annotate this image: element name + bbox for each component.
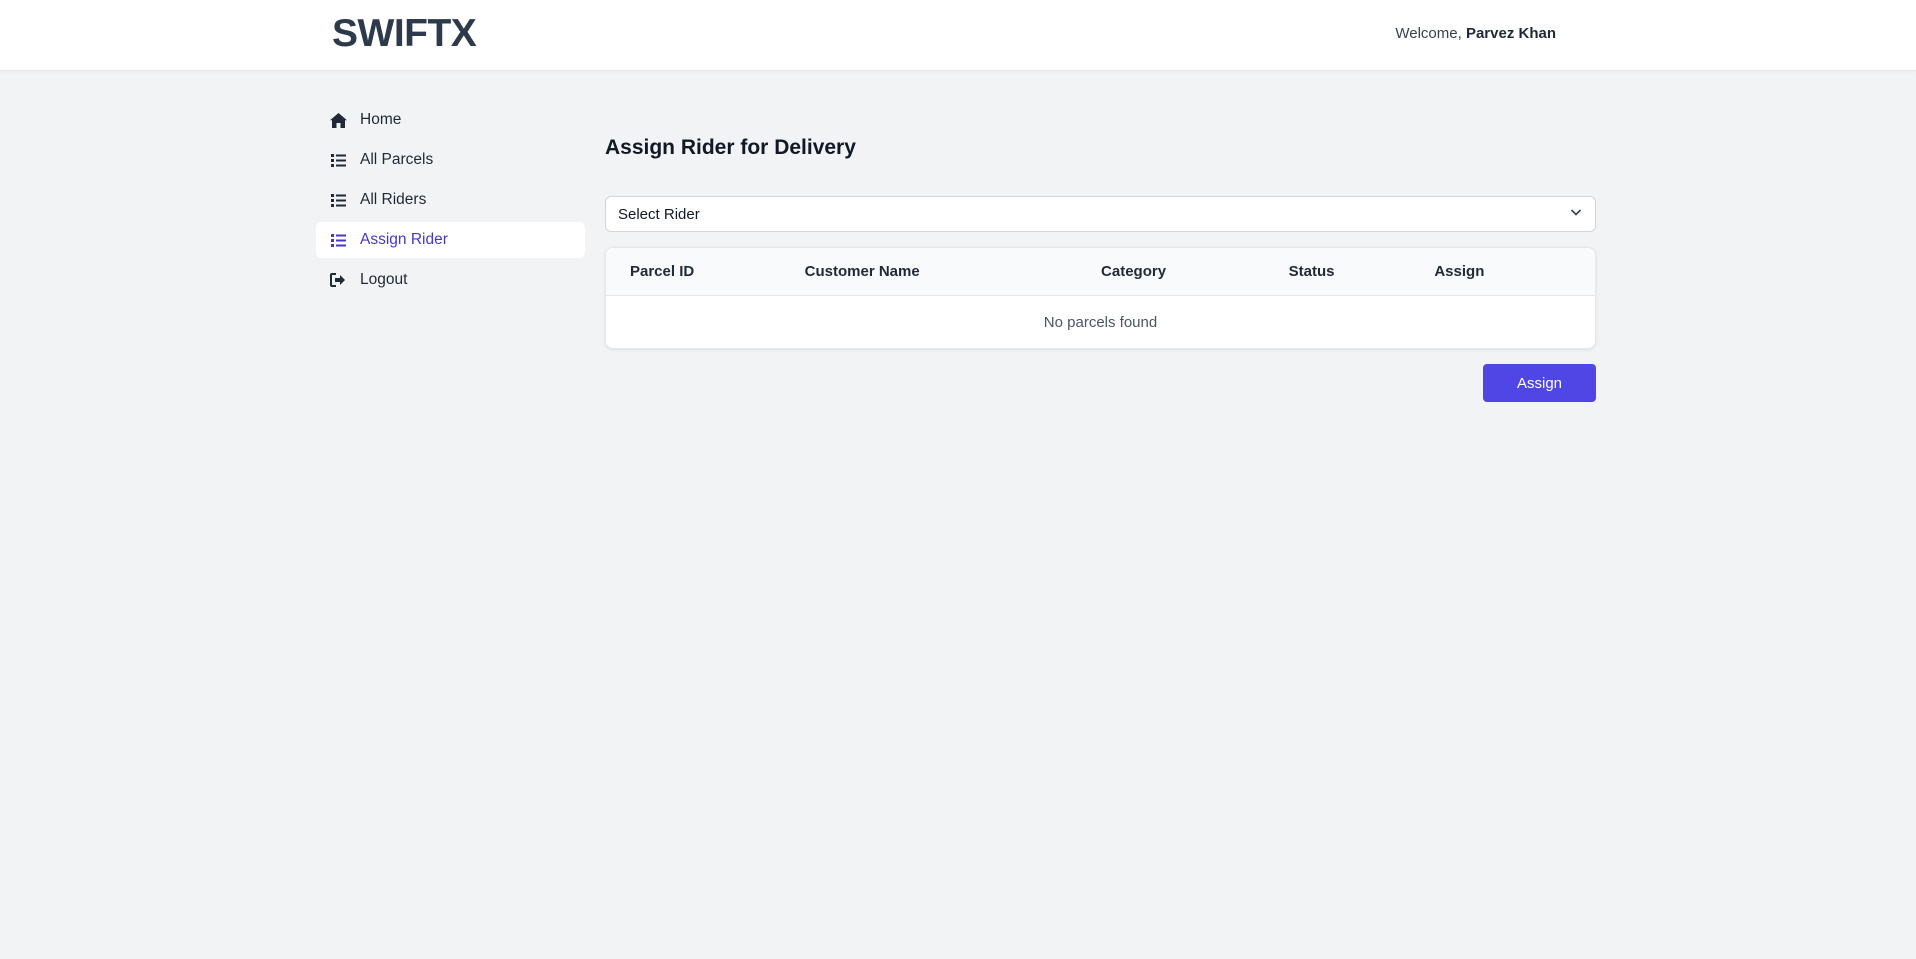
- welcome-message: Welcome, Parvez Khan: [1395, 25, 1556, 42]
- assign-button[interactable]: Assign: [1483, 364, 1596, 402]
- table-header: Parcel ID Customer Name Category Status …: [606, 248, 1595, 296]
- list-icon: [328, 230, 348, 250]
- column-header-customer-name: Customer Name: [804, 263, 920, 280]
- page-title: Assign Rider for Delivery: [605, 136, 856, 159]
- logout-icon: [328, 270, 348, 290]
- sidebar-item-assign-rider[interactable]: Assign Rider: [316, 222, 585, 258]
- welcome-prefix: Welcome,: [1395, 25, 1462, 42]
- home-icon: [328, 110, 348, 130]
- sidebar-nav: Home All Parcels All Riders Assign Rider…: [316, 102, 585, 302]
- rider-select-value: Select Rider: [618, 205, 700, 223]
- user-name: Parvez Khan: [1465, 25, 1556, 42]
- rider-select[interactable]: Select Rider: [605, 196, 1596, 232]
- sidebar-item-label: Home: [360, 111, 402, 128]
- sidebar-item-home[interactable]: Home: [316, 102, 585, 138]
- app-logo[interactable]: SWIFTX: [332, 12, 477, 56]
- sidebar-item-all-riders[interactable]: All Riders: [316, 182, 585, 218]
- empty-state-message: No parcels found: [1043, 313, 1158, 331]
- sidebar-item-label: All Riders: [360, 191, 427, 208]
- main-content: Assign Rider for Delivery Select Rider P…: [605, 130, 1596, 402]
- list-icon: [328, 190, 348, 210]
- sidebar-item-label: Assign Rider: [360, 231, 448, 248]
- list-icon: [328, 150, 348, 170]
- column-header-category: Category: [1101, 263, 1167, 280]
- column-header-assign: Assign: [1434, 263, 1485, 280]
- sidebar-item-all-parcels[interactable]: All Parcels: [316, 142, 585, 178]
- column-header-parcel-id: Parcel ID: [630, 263, 695, 280]
- top-header: SWIFTX Welcome, Parvez Khan: [0, 0, 1916, 71]
- chevron-down-icon: [1569, 205, 1583, 224]
- sidebar-item-label: Logout: [360, 271, 408, 288]
- sidebar-item-label: All Parcels: [360, 151, 434, 168]
- sidebar-item-logout[interactable]: Logout: [316, 262, 585, 298]
- parcels-table: Parcel ID Customer Name Category Status …: [605, 247, 1596, 349]
- column-header-status: Status: [1288, 263, 1335, 280]
